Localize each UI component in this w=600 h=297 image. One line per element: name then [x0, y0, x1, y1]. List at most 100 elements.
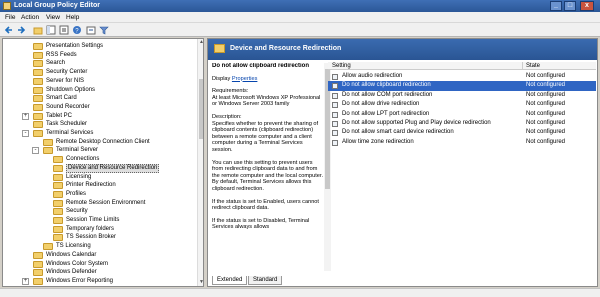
column-setting[interactable]: Setting	[332, 63, 351, 69]
display-line: Display Properties	[212, 76, 324, 83]
scroll-thumb[interactable]	[199, 79, 203, 139]
folder-icon	[33, 260, 43, 268]
list-item[interactable]: Allow audio redirection Not configured	[328, 72, 596, 81]
list-item[interactable]: Allow time zone redirection Not configure…	[328, 138, 596, 147]
tree-item[interactable]: Security	[3, 207, 195, 216]
folder-icon	[33, 251, 43, 259]
tree-item-label: Windows Color System	[46, 260, 109, 267]
list-item[interactable]: Do not allow COM port redirection Not con…	[328, 91, 596, 100]
tree-item[interactable]: Task Scheduler	[3, 120, 195, 129]
tree-item[interactable]: + Tablet PC	[3, 112, 195, 121]
description-text: Specifies whether to prevent the sharing…	[212, 120, 319, 153]
properties-icon[interactable]	[86, 25, 96, 35]
tree-item[interactable]: Shutdown Options	[3, 86, 195, 95]
tree-scrollbar[interactable]: ▲ ▼	[197, 39, 203, 286]
tree-item[interactable]: Windows Calendar	[3, 251, 195, 260]
folder-icon	[43, 147, 53, 155]
setting-state: Not configured	[526, 91, 566, 98]
pane-title: Device and Resource Redirection	[230, 45, 342, 52]
back-icon[interactable]	[4, 25, 14, 35]
list-item[interactable]: Do not allow LPT port redirection Not con…	[328, 110, 596, 119]
tree-item-label: Search	[46, 60, 66, 67]
tree-item[interactable]: - Terminal Server	[3, 146, 195, 155]
tree-item-label: Sound Recorder	[46, 103, 90, 110]
help-icon[interactable]: ?	[72, 25, 82, 35]
tree-item[interactable]: Presentation Settings	[3, 42, 195, 51]
folder-icon	[53, 173, 63, 181]
expand-icon[interactable]: +	[22, 277, 29, 285]
tree-item-label: Terminal Services	[46, 130, 94, 136]
requirements-text: At least Microsoft Windows XP Profession…	[212, 94, 321, 108]
column-state[interactable]: State	[526, 63, 540, 69]
tree-item[interactable]: Temporary folders	[3, 225, 195, 234]
tree-item[interactable]: Connections	[3, 155, 195, 164]
tree-item[interactable]: TS Licensing	[3, 242, 195, 251]
policy-setting-icon	[332, 121, 338, 127]
tree-item[interactable]: TS Session Broker	[3, 233, 195, 242]
maximize-button[interactable]: □	[564, 1, 576, 11]
policy-setting-icon	[332, 102, 338, 109]
policy-setting-icon	[332, 74, 338, 80]
list-item[interactable]: Do not allow clipboard redirection Not co…	[328, 81, 596, 91]
tree-item[interactable]: Licensing	[3, 173, 195, 182]
setting-state: Not configured	[526, 82, 566, 89]
tree-item[interactable]: Server for NIS	[3, 77, 195, 86]
tree-item[interactable]: Sound Recorder	[3, 103, 195, 112]
tree-item[interactable]: Search	[3, 59, 195, 68]
policy-title: Do not allow clipboard redirection	[212, 63, 310, 69]
filter-icon[interactable]	[99, 25, 109, 35]
tab-standard[interactable]: Standard	[248, 276, 283, 285]
tree-item-label: Terminal Server	[56, 147, 99, 154]
list-item[interactable]: Do not allow smart card device redirecti…	[328, 128, 596, 137]
tree-item[interactable]: Printer Redirection	[3, 181, 195, 190]
menu-action[interactable]: Action	[21, 14, 39, 21]
forward-icon[interactable]	[16, 25, 26, 35]
collapse-icon[interactable]: -	[32, 147, 39, 155]
pane-header: Device and Resource Redirection	[208, 39, 597, 60]
menu-view[interactable]: View	[46, 14, 60, 21]
requirements-label: Requirements:	[212, 88, 249, 95]
folder-icon	[33, 69, 43, 77]
scroll-down-icon[interactable]: ▼	[198, 279, 203, 286]
menu-file[interactable]: File	[5, 14, 15, 21]
tree-item[interactable]: Smart Card	[3, 94, 195, 103]
tree-item[interactable]: Session Time Limits	[3, 216, 195, 225]
tree-item[interactable]: RSS Feeds	[3, 51, 195, 60]
console-tree[interactable]: Presentation Settings RSS Feeds Search Secu…	[2, 38, 204, 287]
tab-extended[interactable]: Extended	[212, 276, 248, 285]
console-tree-icon[interactable]	[46, 25, 56, 35]
tree-item-label: TS Session Broker	[66, 234, 117, 241]
tree-item[interactable]: Windows Defender	[3, 268, 195, 277]
expand-icon[interactable]: +	[22, 112, 29, 120]
description-block: Description: Specifies whether to preven…	[212, 114, 324, 154]
tree-item[interactable]: Windows Color System	[3, 260, 195, 269]
list-item[interactable]: Do not allow drive redirection Not config…	[328, 100, 596, 109]
tree-item[interactable]: - Terminal Services	[3, 129, 195, 138]
collapse-icon[interactable]: -	[22, 130, 29, 137]
properties-link[interactable]: Properties	[232, 76, 258, 82]
scroll-up-icon[interactable]: ▲	[198, 39, 203, 46]
up-folder-icon[interactable]	[33, 25, 43, 35]
folder-icon	[43, 138, 53, 146]
close-button[interactable]: x	[580, 1, 594, 11]
title-bar: Local Group Policy Editor _ □ x	[0, 0, 600, 12]
folder-icon	[33, 95, 43, 103]
tree-item[interactable]: Remote Session Environment	[3, 199, 195, 208]
setting-state: Not configured	[526, 120, 566, 126]
tree-item-label: Security	[66, 208, 88, 215]
tree-item[interactable]: Device and Resource Redirection	[3, 163, 195, 173]
list-item[interactable]: Do not allow supported Plug and Play dev…	[328, 119, 596, 128]
export-list-icon[interactable]	[59, 25, 69, 35]
tree-item[interactable]: + Windows Error Reporting	[3, 277, 195, 286]
minimize-button[interactable]: _	[550, 1, 562, 11]
tree-item-label: TS Licensing	[56, 243, 91, 250]
menu-help[interactable]: Help	[66, 14, 79, 21]
display-prefix: Display	[212, 75, 232, 82]
tree-item[interactable]: Profiles	[3, 190, 195, 199]
status-bar	[0, 288, 600, 297]
setting-name: Do not allow COM port redirection	[342, 91, 433, 98]
tree-item[interactable]: Security Center	[3, 68, 195, 77]
tree-item[interactable]: Remote Desktop Connection Client	[3, 138, 195, 147]
description-para-4: If the status is set to Disabled, Termin…	[212, 217, 310, 231]
tree-item-label: Windows Defender	[46, 269, 97, 276]
